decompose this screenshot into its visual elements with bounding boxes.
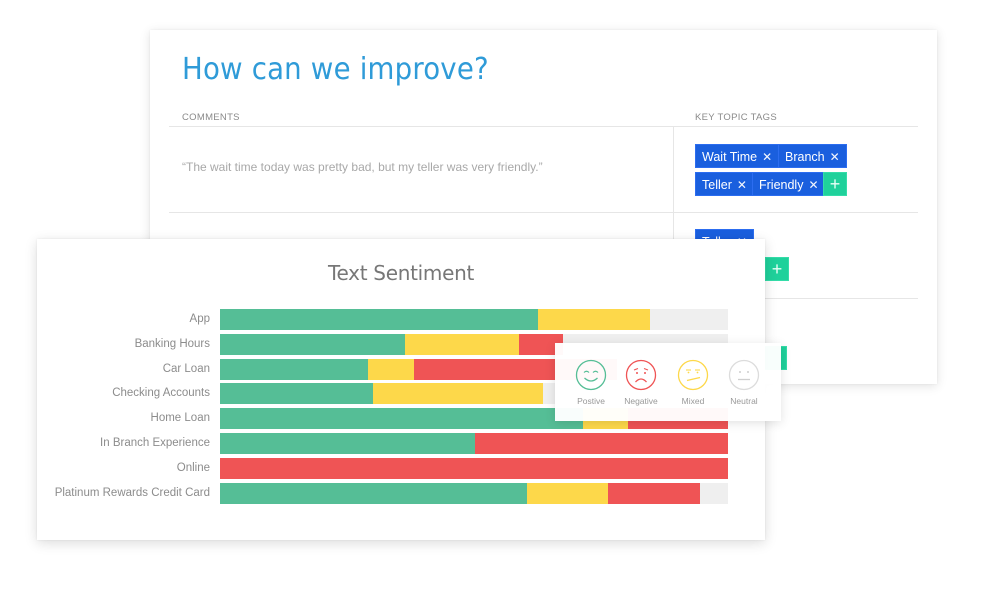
category-label: App: [189, 313, 210, 325]
bar-segment-negative[interactable]: [475, 433, 728, 454]
legend-neutral[interactable]: Neutral: [718, 343, 770, 406]
bar-track: [220, 433, 728, 454]
bar-segment-positive[interactable]: [220, 333, 405, 355]
sentiment-legend: Postive Negative Mixed Neutral: [555, 343, 781, 421]
tag-label: Branch: [785, 150, 825, 164]
chart-row: Platinum Rewards Credit Card: [37, 482, 765, 504]
chart-row: App: [37, 309, 765, 330]
neutral-face-icon: [728, 359, 760, 391]
frown-face-icon: [625, 359, 657, 391]
bar-segment-mixed[interactable]: [538, 309, 650, 330]
confused-face-icon: [677, 359, 709, 391]
bar-segment-neutral[interactable]: [649, 309, 728, 330]
survey-title: How can we improve?: [182, 52, 489, 87]
category-label: Home Loan: [150, 412, 210, 425]
remove-tag-icon[interactable]: ✕: [737, 178, 747, 192]
header-divider: [169, 126, 918, 127]
add-tag-button[interactable]: +: [823, 172, 847, 196]
bar-track: [220, 457, 728, 479]
tag-label: Teller: [702, 178, 732, 192]
bar-segment-mixed[interactable]: [372, 383, 544, 405]
remove-tag-icon[interactable]: ✕: [808, 178, 818, 192]
bar-track: [220, 482, 728, 504]
chart-row: In Branch Experience: [37, 433, 765, 454]
bar-segment-positive[interactable]: [220, 482, 527, 504]
legend-label: Neutral: [730, 396, 758, 406]
chart-title: Text Sentiment: [328, 261, 474, 285]
row-divider: [169, 212, 918, 213]
tag-teller[interactable]: Teller ✕: [695, 172, 754, 196]
bar-segment-mixed[interactable]: [367, 358, 415, 380]
legend-label: Postive: [577, 396, 605, 406]
bar-segment-mixed[interactable]: [526, 482, 609, 504]
remove-tag-icon[interactable]: ✕: [762, 150, 772, 164]
category-label: In Branch Experience: [100, 437, 210, 449]
legend-label: Negative: [624, 396, 658, 406]
category-label: Checking Accounts: [112, 387, 210, 400]
bar-segment-positive[interactable]: [220, 433, 476, 454]
bar-segment-negative[interactable]: [220, 457, 728, 479]
comment-text: “The wait time today was pretty bad, but…: [182, 160, 543, 174]
bar-track: [220, 309, 728, 330]
legend-positive[interactable]: Postive: [565, 343, 617, 406]
comments-column-header: COMMENTS: [182, 112, 240, 123]
category-label: Online: [176, 461, 210, 474]
add-tag-button[interactable]: +: [765, 257, 789, 281]
bar-segment-neutral[interactable]: [700, 482, 728, 504]
tag-friendly[interactable]: Friendly ✕: [752, 172, 826, 196]
bar-segment-mixed[interactable]: [404, 333, 519, 355]
remove-tag-icon[interactable]: ✕: [830, 150, 840, 164]
chart-row: Online: [37, 457, 765, 479]
tag-label: Wait Time: [702, 150, 758, 164]
bar-segment-positive[interactable]: [220, 358, 368, 380]
category-label: Platinum Rewards Credit Card: [54, 486, 210, 499]
bar-segment-negative[interactable]: [608, 482, 701, 504]
bar-segment-positive[interactable]: [220, 383, 373, 405]
tag-branch[interactable]: Branch ✕: [778, 144, 847, 168]
category-label: Car Loan: [162, 362, 210, 375]
tag-label: Friendly: [759, 178, 804, 192]
smile-face-icon: [575, 359, 607, 391]
bar-segment-positive[interactable]: [220, 408, 584, 430]
legend-negative[interactable]: Negative: [615, 343, 667, 406]
tags-column-header: KEY TOPIC TAGS: [695, 112, 777, 123]
legend-label: Mixed: [681, 396, 705, 406]
bar-segment-positive[interactable]: [220, 309, 538, 330]
legend-mixed[interactable]: Mixed: [667, 343, 719, 406]
category-label: Banking Hours: [134, 337, 210, 350]
tag-wait-time[interactable]: Wait Time ✕: [695, 144, 780, 168]
